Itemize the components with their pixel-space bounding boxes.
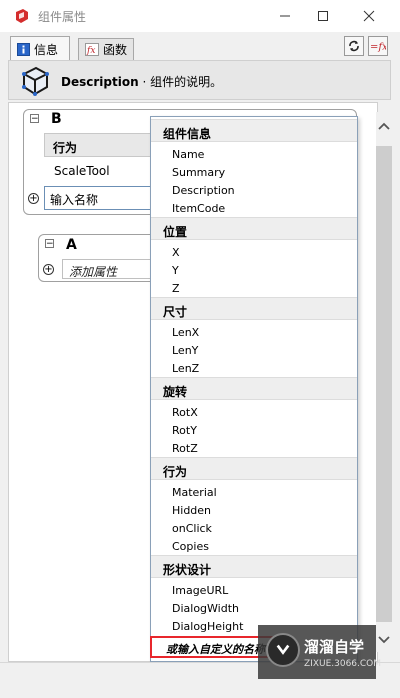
watermark-url: ZIXUE.3066.COM xyxy=(304,659,382,669)
option-dialogwidth[interactable]: DialogWidth xyxy=(172,602,239,615)
fx-formula-icon: =fx xyxy=(370,42,386,53)
scroll-down-arrow[interactable] xyxy=(376,632,392,648)
option-hidden[interactable]: Hidden xyxy=(172,504,211,517)
option-description[interactable]: Description xyxy=(172,184,235,197)
scrollbar-thumb[interactable] xyxy=(376,146,392,622)
component-b-title: B xyxy=(51,111,62,127)
group-size: 尺寸 xyxy=(151,297,357,320)
option-x[interactable]: X xyxy=(172,246,180,259)
option-summary[interactable]: Summary xyxy=(172,166,225,179)
add-attribute-b-icon[interactable]: + xyxy=(28,193,39,204)
option-copies[interactable]: Copies xyxy=(172,540,209,553)
group-shape-design: 形状设计 xyxy=(151,555,357,578)
watermark-logo-icon xyxy=(266,633,300,667)
description-detail: · 组件的说明。 xyxy=(138,75,223,89)
description-name: Description xyxy=(61,75,139,89)
option-z[interactable]: Z xyxy=(172,282,180,295)
svg-text:=fx: =fx xyxy=(370,42,386,53)
option-dialogheight[interactable]: DialogHeight xyxy=(172,620,243,633)
window-title: 组件属性 xyxy=(38,10,87,24)
option-imageurl[interactable]: ImageURL xyxy=(172,584,228,597)
attribute-header: 行为 xyxy=(44,133,154,157)
group-position: 位置 xyxy=(151,217,357,240)
close-icon xyxy=(363,10,375,22)
tab-info-label: 信息 xyxy=(34,42,59,57)
option-leny[interactable]: LenY xyxy=(172,344,198,357)
chevron-down-icon xyxy=(378,636,390,644)
component-cube-icon xyxy=(22,66,49,96)
option-rotz[interactable]: RotZ xyxy=(172,442,198,455)
option-material[interactable]: Material xyxy=(172,486,217,499)
watermark-text: 溜溜自学 xyxy=(304,638,365,656)
option-y[interactable]: Y xyxy=(172,264,179,277)
refresh-icon xyxy=(349,40,359,52)
tab-functions[interactable]: fx 函数 xyxy=(78,38,134,60)
option-lenx[interactable]: LenX xyxy=(172,326,199,339)
tab-info[interactable]: 信息 xyxy=(10,36,70,61)
refresh-button[interactable] xyxy=(344,36,364,56)
minimize-icon xyxy=(280,15,290,17)
option-onclick[interactable]: onClick xyxy=(172,522,212,535)
component-a-title: A xyxy=(66,237,77,253)
group-component-info: 组件信息 xyxy=(151,119,357,142)
option-lenz[interactable]: LenZ xyxy=(172,362,199,375)
attribute-value[interactable]: ScaleTool xyxy=(54,164,110,178)
formula-button[interactable]: =fx xyxy=(368,36,388,56)
info-icon xyxy=(17,42,30,56)
collapse-a-toggle[interactable]: − xyxy=(45,239,54,249)
maximize-icon xyxy=(318,11,328,21)
chevron-up-icon xyxy=(378,122,390,130)
option-roty[interactable]: RotY xyxy=(172,424,197,437)
maximize-button[interactable] xyxy=(300,0,346,32)
close-button[interactable] xyxy=(346,0,392,32)
group-behavior: 行为 xyxy=(151,457,357,480)
scroll-up-arrow[interactable] xyxy=(376,118,392,134)
option-name[interactable]: Name xyxy=(172,148,204,161)
option-rotx[interactable]: RotX xyxy=(172,406,198,419)
add-attribute-field[interactable]: 添加属性 xyxy=(62,259,158,279)
option-itemcode[interactable]: ItemCode xyxy=(172,202,225,215)
collapse-b-toggle[interactable]: − xyxy=(30,114,39,124)
add-attribute-a-icon[interactable]: + xyxy=(43,264,54,275)
description-text: Description · 组件的说明。 xyxy=(61,73,222,90)
svg-text:fx: fx xyxy=(86,46,95,56)
group-rotation: 旋转 xyxy=(151,377,357,400)
attribute-name-input[interactable]: 输入名称 xyxy=(44,186,152,210)
tab-functions-label: 函数 xyxy=(103,43,128,57)
fx-icon: fx xyxy=(85,43,99,56)
sketchup-app-icon xyxy=(16,9,28,23)
